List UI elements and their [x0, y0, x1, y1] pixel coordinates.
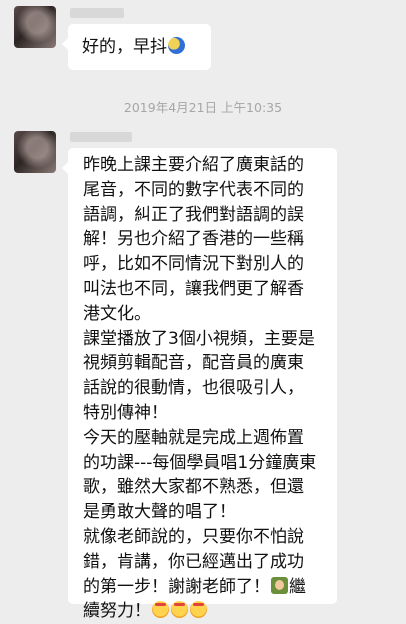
message-line: 視頻剪輯配音，配音員的廣東 — [83, 353, 304, 374]
message-line: 的功課---每個學員唱1分鐘廣東 — [83, 452, 317, 473]
message-line: 特別傳神！ — [83, 402, 168, 423]
sender-name — [70, 132, 132, 142]
avatar[interactable] — [14, 131, 56, 173]
message-text: 的第一步！謝謝老師了！ — [83, 576, 270, 597]
message-line: 尾音，不同的數字代表不同的 — [83, 179, 304, 200]
message-line: 歌，雖然大家都不熟悉，但還 — [83, 477, 304, 498]
message-line: 課堂播放了3個小視頻，主要是 — [83, 328, 315, 349]
headband-face-icon — [152, 601, 169, 619]
timestamp: 2019年4月21日 上午10:35 — [123, 100, 283, 115]
message-line: 解！另也介紹了香港的一些稱 — [83, 229, 304, 250]
avatar[interactable] — [14, 6, 56, 48]
message-text: 續努力！ — [83, 601, 151, 622]
message-line: 今天的壓軸就是完成上週佈置 — [83, 427, 304, 448]
message-line: 叫法也不同，讓我們更了解香 — [83, 278, 304, 299]
message-line: 話說的很動情，也很吸引人， — [83, 378, 304, 399]
headband-face-icon — [171, 601, 188, 619]
message-line: 錯，肯講，你已經邁出了成功 — [83, 551, 304, 572]
message-bubble[interactable]: 好的，早抖 — [62, 24, 211, 70]
message-line: 是勇敢大聲的唱了！ — [83, 502, 236, 523]
message-text: 繼 — [289, 576, 306, 597]
message-line: 語調，糾正了我們對語調的誤 — [83, 204, 304, 225]
teacher-icon — [271, 576, 288, 594]
headband-face-icon — [190, 601, 207, 619]
message-bubble[interactable]: 昨晚上課主要介紹了廣東話的 尾音，不同的數字代表不同的 語調，糾正了我們對語調的… — [62, 148, 337, 621]
message-line: 呼，比如不同情況下對別人的 — [83, 254, 304, 275]
message-line: 港文化。 — [83, 303, 151, 324]
message-line: 昨晚上課主要介紹了廣東話的 — [83, 155, 304, 175]
message-line: 續努力！ — [83, 599, 316, 624]
message-line: 就像老師說的，只要你不怕說 — [83, 526, 304, 547]
message-text: 好的，早抖 — [82, 37, 167, 57]
crescent-moon-icon — [168, 37, 185, 54]
sender-name — [70, 8, 124, 18]
message-line: 的第一步！謝謝老師了！ 繼 — [83, 575, 316, 600]
